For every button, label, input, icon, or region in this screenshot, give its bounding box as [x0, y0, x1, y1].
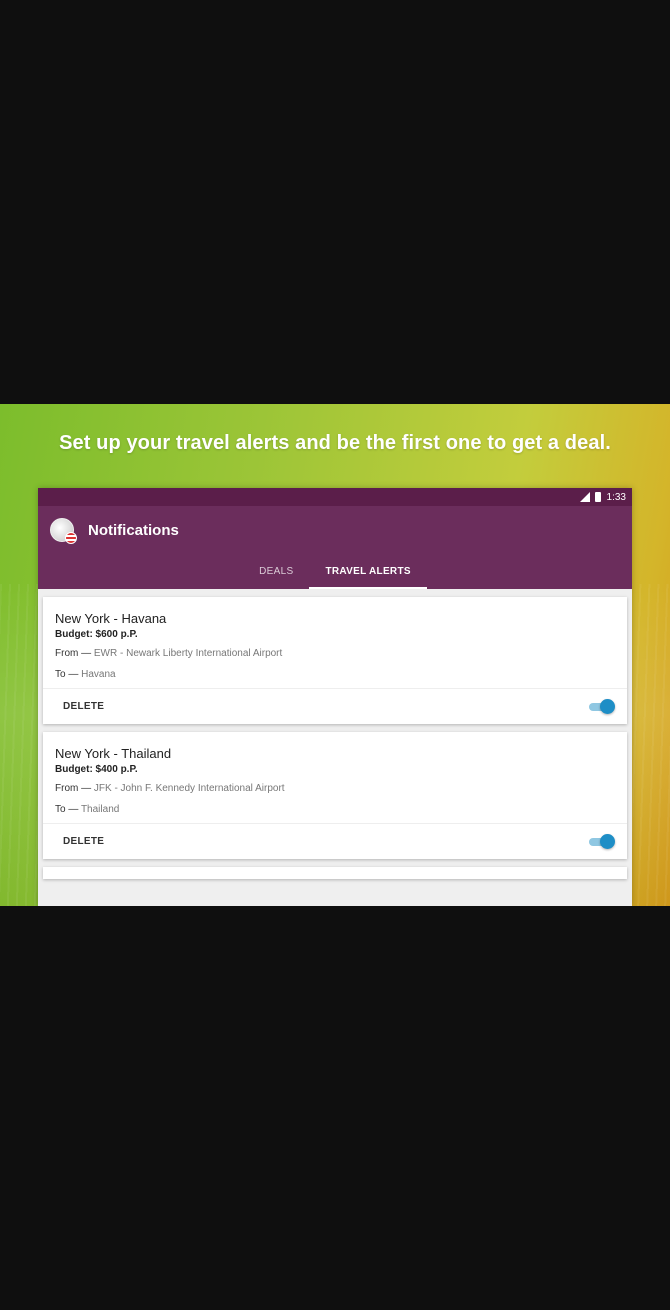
to-value: Havana: [81, 669, 116, 680]
battery-icon: [594, 492, 601, 502]
toggle-thumb: [600, 698, 615, 714]
alert-card-body: New York - Havana Budget: $600 p.P. From…: [43, 597, 627, 688]
status-icons: [579, 492, 601, 502]
app-bar: Notifications DEALS TRAVEL ALERTS: [38, 506, 632, 589]
promo-banner: Set up your travel alerts and be the fir…: [0, 404, 670, 906]
alert-from-row: From — EWR - Newark Liberty Internationa…: [55, 648, 615, 659]
app-title: Notifications: [88, 522, 179, 539]
alert-title: New York - Thailand: [55, 746, 172, 761]
to-value: Thailand: [80, 804, 120, 815]
from-value: EWR - Newark Liberty International Airpo…: [93, 648, 283, 659]
from-label: From —: [55, 648, 92, 659]
to-label: To —: [55, 804, 79, 815]
from-value: JFK - John F. Kennedy International Airp…: [93, 783, 285, 794]
alert-budget: Budget: $400 p.P.: [55, 764, 138, 775]
alert-card-footer: DELETE: [43, 823, 627, 859]
alert-to-row: To — Havana: [55, 669, 615, 680]
alert-budget: Budget: $600 p.P.: [55, 629, 138, 640]
alert-card-body: New York - Thailand Budget: $400 p.P. Fr…: [43, 732, 627, 823]
signal-icon: [579, 492, 590, 502]
toggle-thumb: [600, 833, 615, 849]
us-flag-icon: [65, 532, 77, 544]
tab-bar: DEALS TRAVEL ALERTS: [38, 554, 632, 589]
delete-button[interactable]: DELETE: [63, 836, 104, 847]
alert-from-row: From — JFK - John F. Kennedy Internation…: [55, 783, 615, 794]
alert-to-row: To — Thailand: [55, 804, 615, 815]
to-label: To —: [55, 669, 79, 680]
alert-card-partial[interactable]: [43, 867, 627, 879]
alert-toggle[interactable]: [589, 698, 615, 714]
alert-card-footer: DELETE: [43, 688, 627, 724]
delete-button[interactable]: DELETE: [63, 701, 104, 712]
tab-travel-alerts[interactable]: TRAVEL ALERTS: [309, 554, 428, 589]
from-label: From —: [55, 783, 92, 794]
alert-title: New York - Havana: [55, 611, 167, 626]
alert-card[interactable]: New York - Havana Budget: $600 p.P. From…: [43, 597, 627, 724]
app-screenshot: 1:33 Notifications DEALS TRAVEL ALERTS N…: [38, 488, 632, 906]
status-bar: 1:33: [38, 488, 632, 506]
alerts-list: New York - Havana Budget: $600 p.P. From…: [38, 589, 632, 879]
banner-headline: Set up your travel alerts and be the fir…: [59, 432, 611, 454]
tab-deals[interactable]: DEALS: [243, 554, 309, 589]
status-time: 1:33: [606, 491, 626, 503]
alert-toggle[interactable]: [589, 833, 615, 849]
alert-card[interactable]: New York - Thailand Budget: $400 p.P. Fr…: [43, 732, 627, 859]
